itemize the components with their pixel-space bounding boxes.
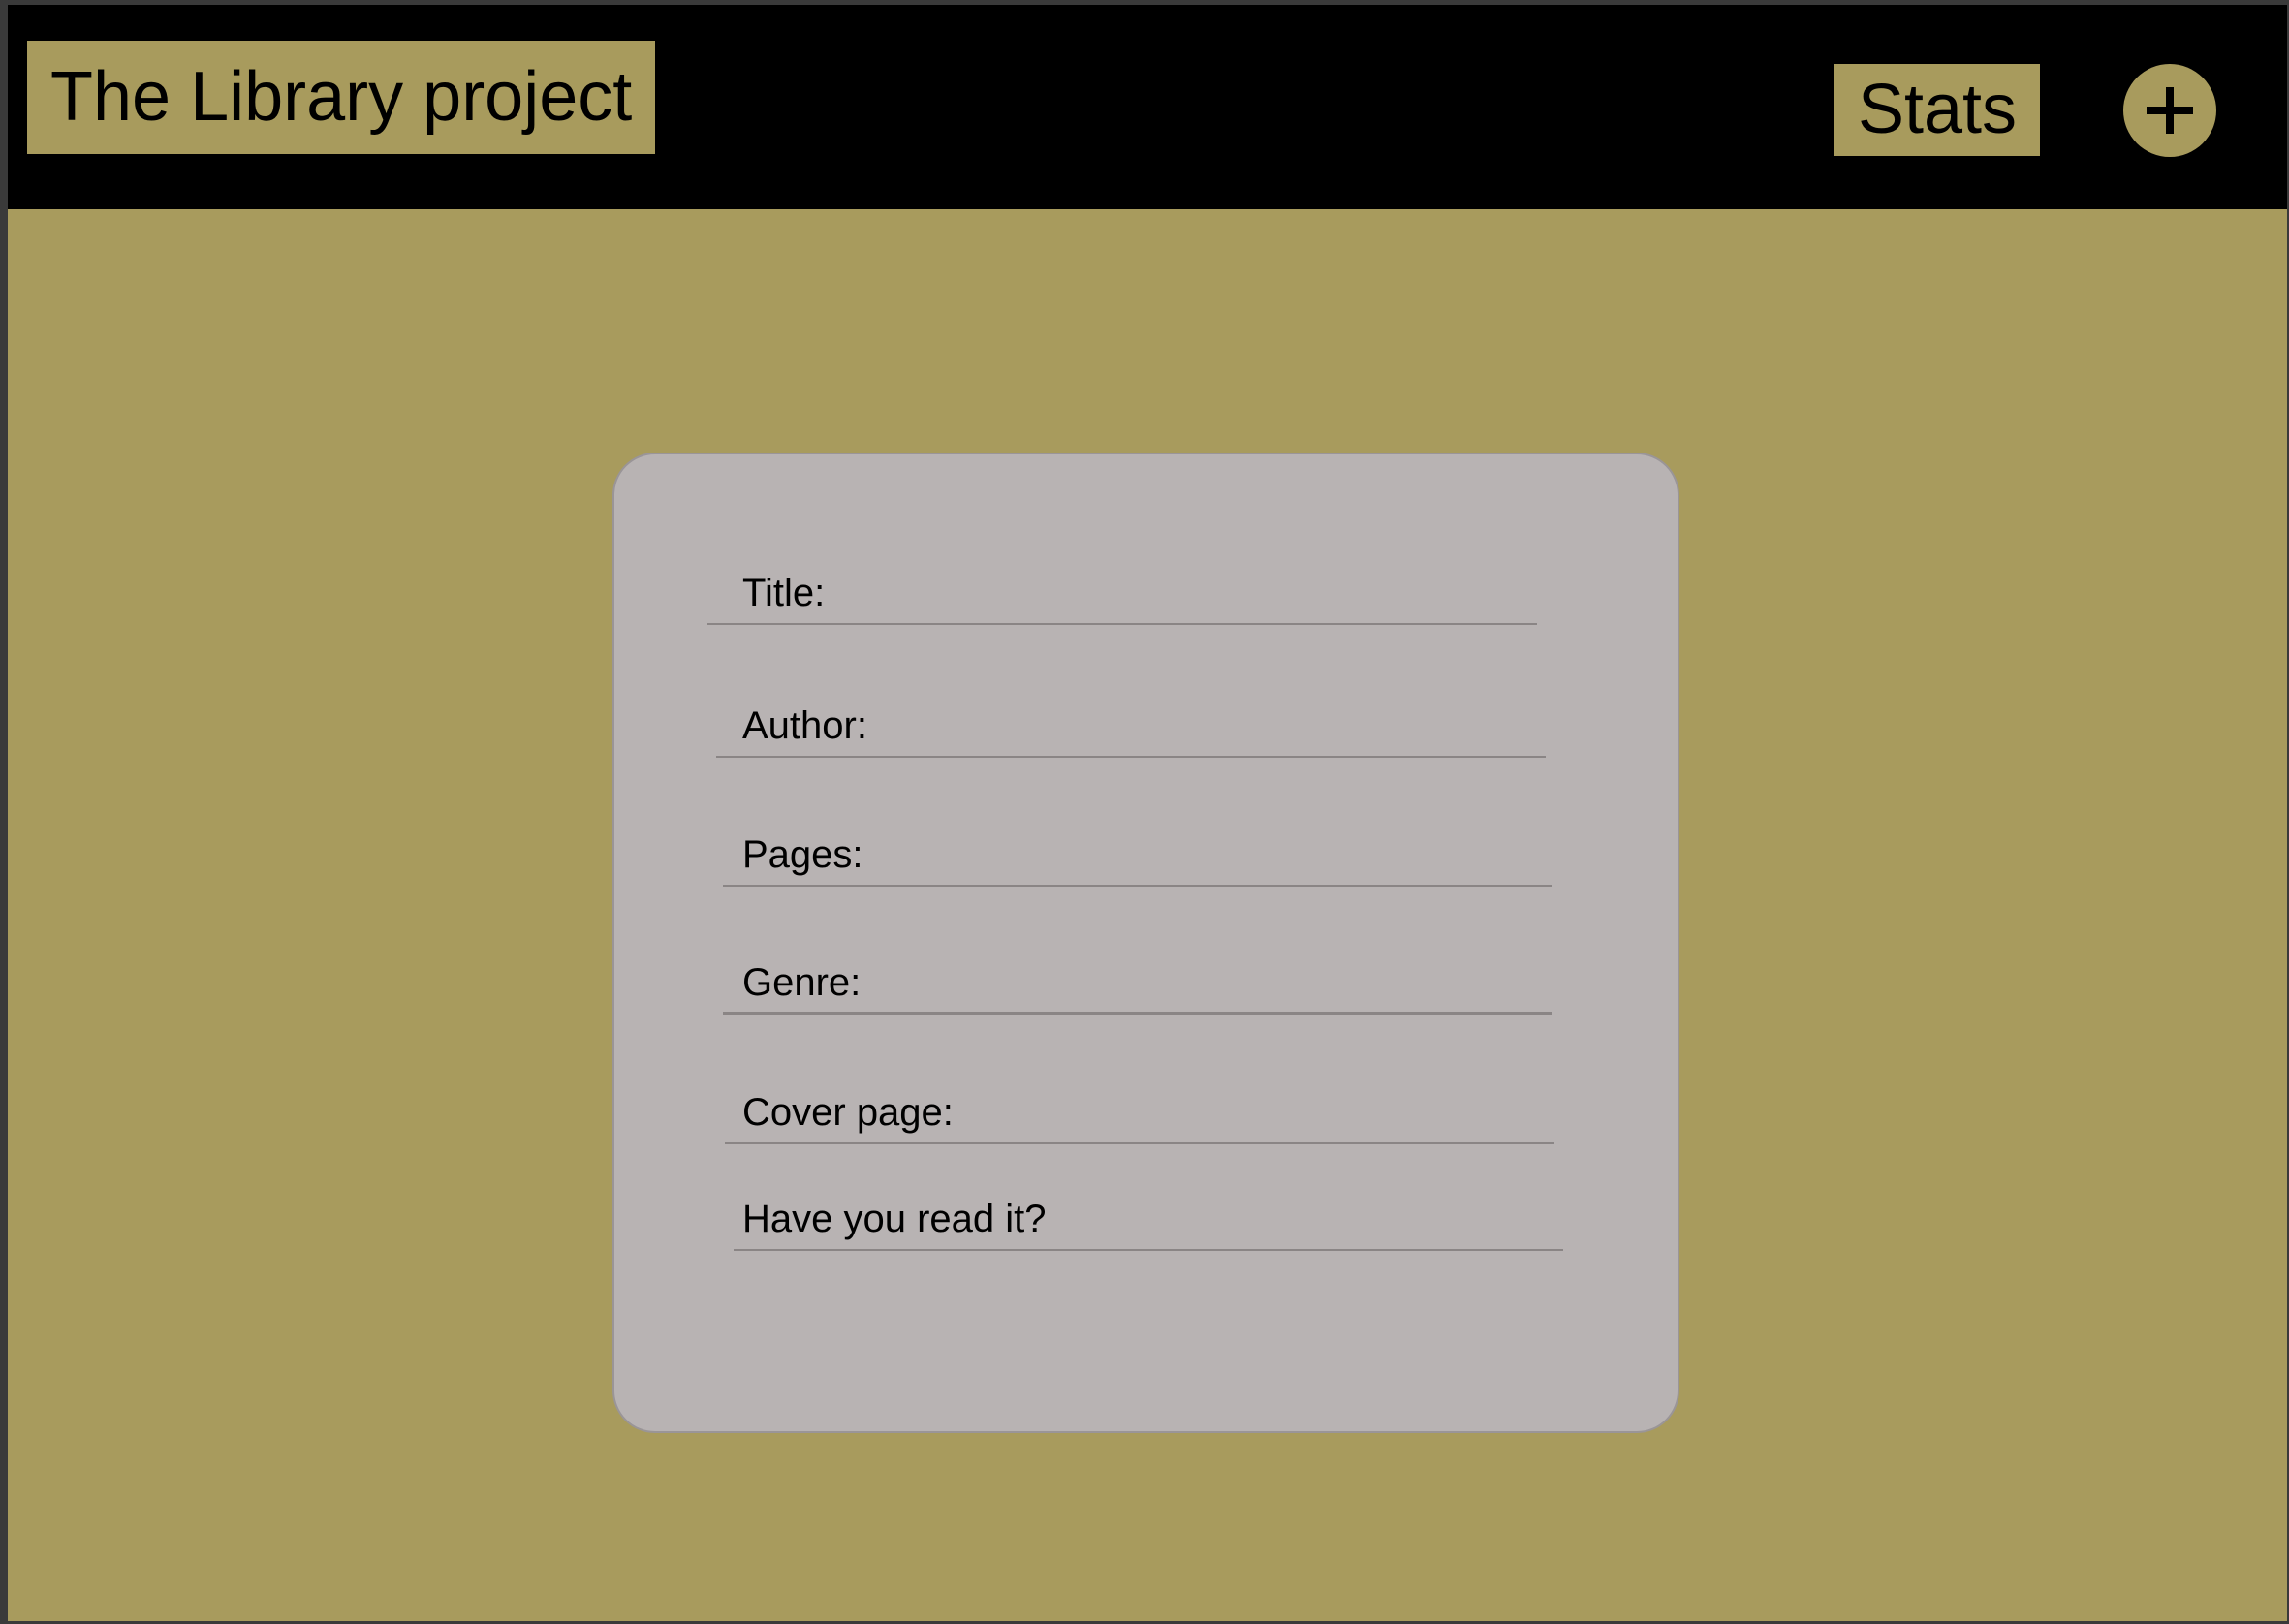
read-status-label: Have you read it? bbox=[742, 1198, 1047, 1240]
add-book-button[interactable] bbox=[2123, 64, 2216, 157]
author-label: Author: bbox=[742, 704, 867, 747]
app-title: The Library project bbox=[27, 41, 655, 154]
plus-icon bbox=[2147, 87, 2193, 134]
genre-field[interactable]: Genre: bbox=[723, 947, 1552, 1015]
title-field[interactable]: Title: bbox=[707, 557, 1537, 625]
title-label: Title: bbox=[742, 572, 826, 614]
add-book-form: Title: Author: Pages: Genre: Cover page:… bbox=[612, 453, 1679, 1433]
title-input[interactable] bbox=[707, 557, 1537, 625]
top-bar: The Library project Stats bbox=[8, 5, 2287, 209]
pages-label: Pages: bbox=[742, 833, 863, 876]
app-window: The Library project Stats Title: Author:… bbox=[8, 5, 2287, 1621]
pages-field[interactable]: Pages: bbox=[723, 819, 1552, 887]
read-status-field[interactable]: Have you read it? bbox=[734, 1183, 1563, 1251]
cover-page-field[interactable]: Cover page: bbox=[725, 1077, 1554, 1144]
stats-button[interactable]: Stats bbox=[1834, 64, 2040, 156]
genre-label: Genre: bbox=[742, 961, 862, 1004]
cover-page-label: Cover page: bbox=[742, 1091, 954, 1134]
author-field[interactable]: Author: bbox=[716, 690, 1546, 758]
